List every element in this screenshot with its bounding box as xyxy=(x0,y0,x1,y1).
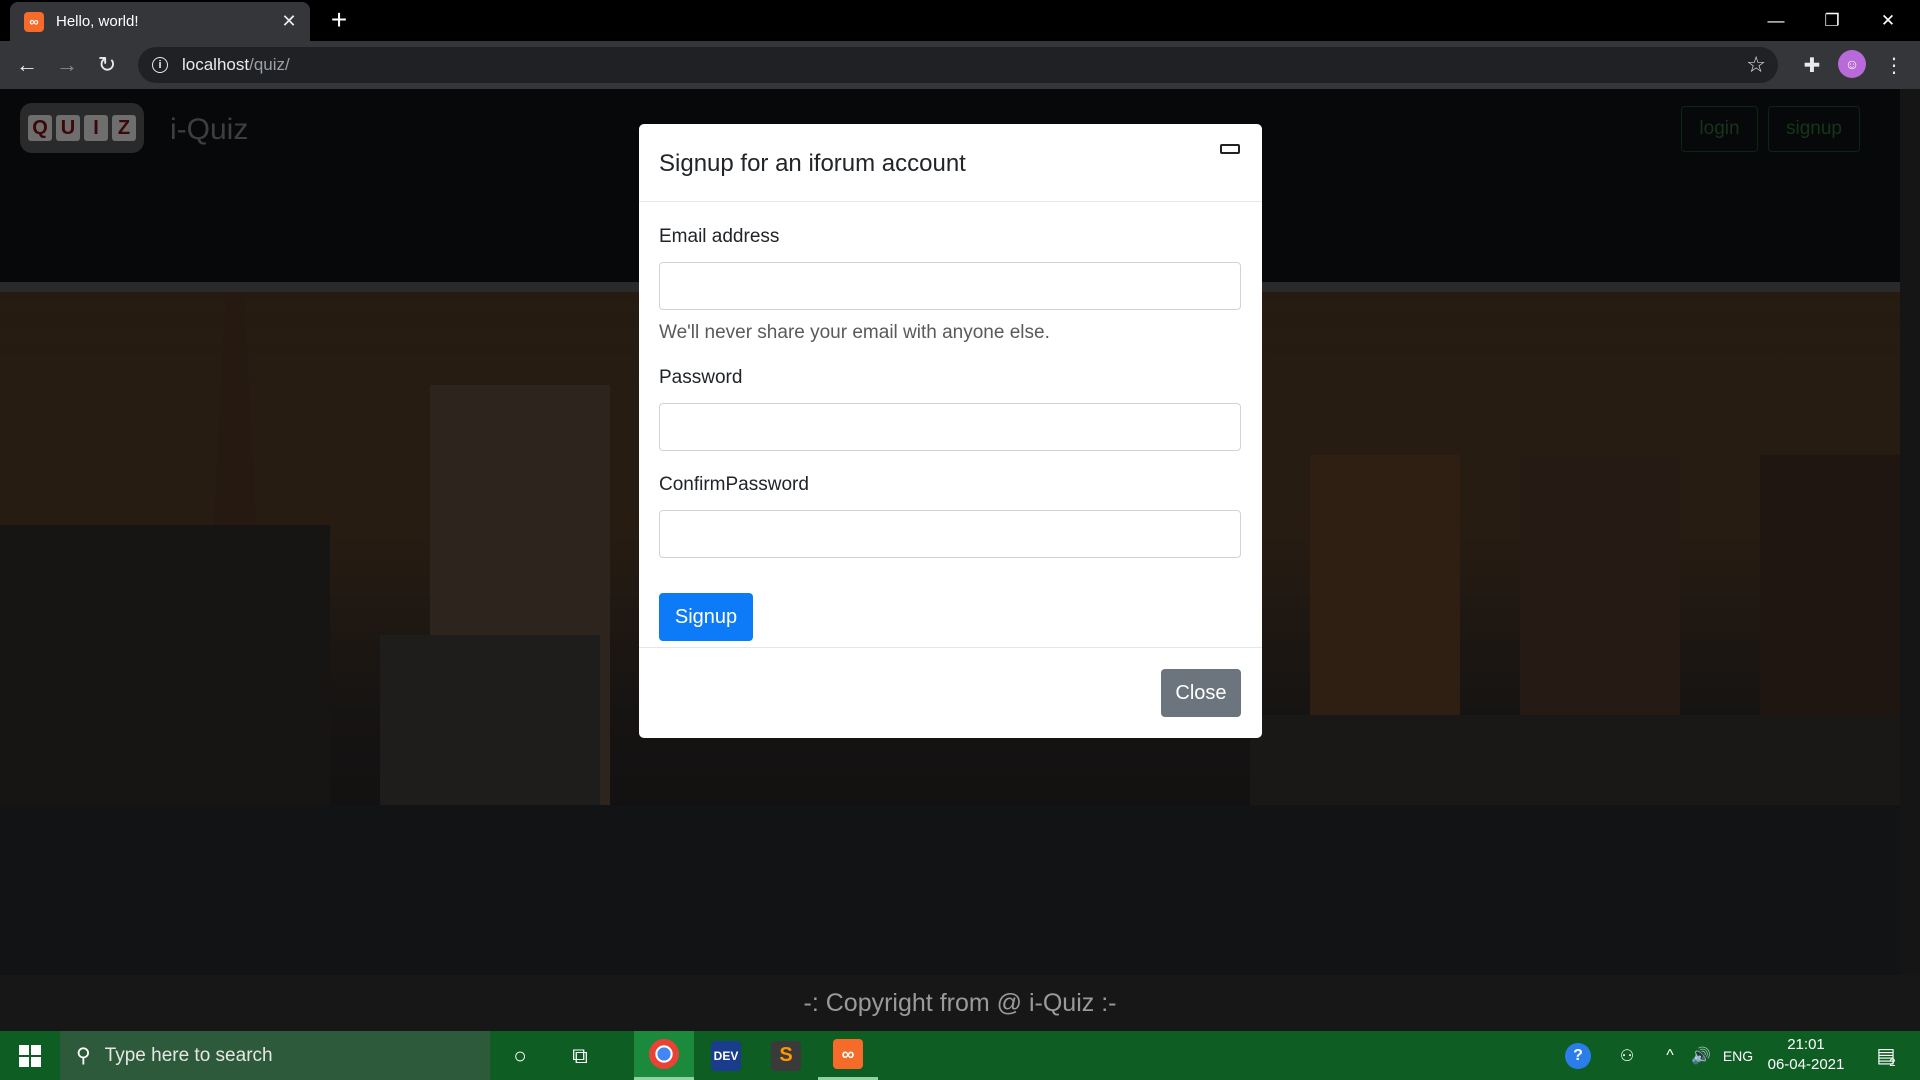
taskbar-clock[interactable]: 21:01 06-04-2021 xyxy=(1758,1035,1854,1075)
people-icon[interactable]: ⚇ xyxy=(1612,1031,1642,1080)
site-info-icon[interactable]: i xyxy=(152,57,168,73)
modal-title: Signup for an iforum account xyxy=(659,150,966,177)
notification-count: 2 xyxy=(1889,1056,1896,1069)
email-help-text: We'll never share your email with anyone… xyxy=(659,322,1050,343)
xampp-icon[interactable]: ∞ xyxy=(818,1031,878,1080)
signup-submit-button[interactable]: Signup xyxy=(659,593,753,641)
task-view-icon[interactable]: ⧉ xyxy=(550,1031,610,1080)
browser-toolbar: ← → ↻ i localhost/quiz/ ☆ ✚ ⋮ xyxy=(0,41,1920,89)
sublime-text-icon[interactable]: S xyxy=(756,1031,816,1080)
devcpp-icon[interactable]: DEV xyxy=(696,1031,756,1080)
modal-header: Signup for an iforum account xyxy=(639,124,1262,202)
url-host: localhost xyxy=(182,55,250,74)
search-placeholder: Type here to search xyxy=(104,1044,273,1066)
xampp-icon: ∞ xyxy=(24,11,44,32)
modal-body: Email address We'll never share your ema… xyxy=(639,202,1262,648)
help-icon[interactable]: ? xyxy=(1560,1031,1596,1080)
site-footer: -: Copyright from @ i-Quiz :- xyxy=(0,975,1920,1031)
browser-tabstrip: ∞ Hello, world! ✕ + — ❐ ✕ xyxy=(0,0,1920,41)
web-page: Q U I Z i-Quiz login signup -: :- Signup… xyxy=(0,89,1900,975)
chrome-icon[interactable] xyxy=(634,1031,694,1080)
close-tab-icon[interactable]: ✕ xyxy=(278,11,300,32)
restore-window-button[interactable]: ❐ xyxy=(1804,0,1860,41)
speaker-icon[interactable]: 🔊 xyxy=(1686,1031,1716,1080)
menu-kebab-icon[interactable]: ⋮ xyxy=(1878,49,1910,81)
windows-logo-icon xyxy=(19,1044,41,1067)
back-button[interactable]: ← xyxy=(10,49,44,81)
signup-modal: Signup for an iforum account Email addre… xyxy=(639,124,1262,738)
notification-icon[interactable]: ▤ 2 xyxy=(1866,1031,1906,1080)
password-field[interactable] xyxy=(659,403,1241,451)
email-field[interactable] xyxy=(659,262,1241,310)
taskbar-search[interactable]: ⚲ Type here to search xyxy=(60,1031,490,1080)
close-button[interactable]: Close xyxy=(1161,669,1241,717)
reload-button[interactable]: ↻ xyxy=(90,49,124,81)
confirm-password-field[interactable] xyxy=(659,510,1241,558)
url-path: /quiz/ xyxy=(249,55,290,74)
close-window-button[interactable]: ✕ xyxy=(1860,0,1916,41)
address-bar[interactable]: i localhost/quiz/ ☆ xyxy=(138,47,1778,83)
chevron-up-icon[interactable]: ^ xyxy=(1656,1031,1684,1080)
extensions-icon[interactable]: ✚ xyxy=(1796,49,1828,81)
modal-close-icon[interactable] xyxy=(1220,144,1240,154)
start-button[interactable] xyxy=(0,1031,60,1080)
profile-avatar[interactable]: ☺ xyxy=(1838,50,1866,78)
search-icon: ⚲ xyxy=(76,1045,91,1067)
confirm-password-label: ConfirmPassword xyxy=(659,474,809,495)
clock-date: 06-04-2021 xyxy=(1767,1056,1845,1073)
windows-taskbar: ⚲ Type here to search ○ ⧉ DEV S ∞ ? ⚇ ^ … xyxy=(0,1031,1920,1080)
clock-time: 21:01 xyxy=(1787,1036,1825,1053)
page-scrollbar[interactable] xyxy=(1900,89,1920,975)
tab-title: Hello, world! xyxy=(56,13,139,30)
password-label: Password xyxy=(659,367,743,388)
language-indicator[interactable]: ENG xyxy=(1718,1031,1758,1080)
browser-tab[interactable]: ∞ Hello, world! ✕ xyxy=(10,2,310,41)
cortana-icon[interactable]: ○ xyxy=(490,1031,550,1080)
minimize-window-button[interactable]: — xyxy=(1748,0,1804,41)
new-tab-button[interactable]: + xyxy=(324,4,354,36)
email-label: Email address xyxy=(659,226,780,247)
bookmark-star-icon[interactable]: ☆ xyxy=(1746,52,1766,78)
forward-button[interactable]: → xyxy=(50,49,84,81)
